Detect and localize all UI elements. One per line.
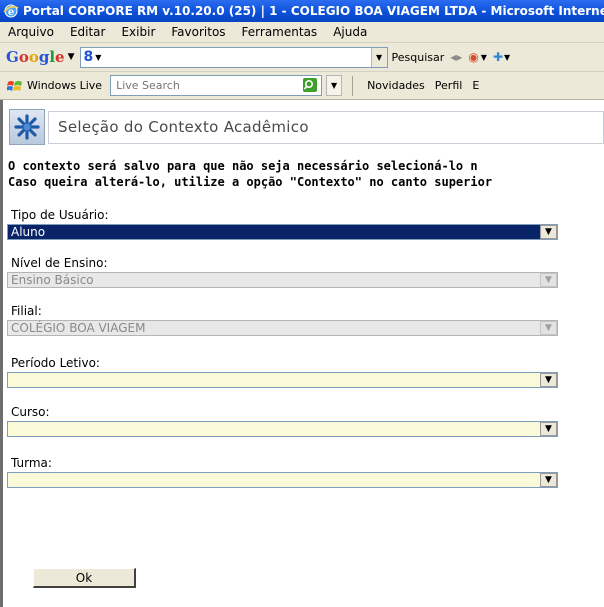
menu-bar: Arquivo Editar Exibir Favoritos Ferramen…: [0, 22, 604, 43]
live-link-novidades[interactable]: Novidades: [367, 79, 425, 92]
page-header: Seleção do Contexto Acadêmico: [9, 109, 604, 145]
intro-line-2: Caso queira alterá-lo, utilize a opção "…: [8, 175, 493, 189]
tipo-usuario-select[interactable]: Aluno ▼: [7, 224, 558, 240]
intro-line-1: O contexto será salvo para que não seja …: [8, 159, 478, 173]
filial-label: Filial:: [11, 304, 42, 318]
live-search-input[interactable]: [114, 77, 289, 94]
turma-label: Turma:: [11, 456, 52, 470]
page-content: Seleção do Contexto Acadêmico O contexto…: [0, 100, 604, 607]
window-titlebar: e Portal CORPORE RM v.10.20.0 (25) | 1 -…: [0, 0, 604, 22]
popup-blocker-icon[interactable]: ◉: [468, 50, 478, 64]
chevron-down-icon[interactable]: ▼: [540, 225, 557, 239]
tipo-usuario-value: Aluno: [8, 225, 540, 239]
google-search-prefix: 8: [83, 49, 94, 65]
window-title: Portal CORPORE RM v.10.20.0 (25) | 1 - C…: [23, 4, 604, 18]
internet-explorer-icon: e: [3, 3, 19, 19]
search-icon[interactable]: [303, 78, 318, 92]
menu-item-ajuda[interactable]: Ajuda: [325, 25, 375, 39]
arrow-icon[interactable]: ◂▸: [450, 50, 462, 64]
filial-value: COLÉGIO BOA VIAGEM: [11, 321, 146, 335]
nivel-ensino-select[interactable]: Ensino Básico ▼: [7, 272, 558, 288]
chevron-down-icon[interactable]: ▼: [326, 75, 343, 96]
toolbar-separator: [352, 75, 354, 96]
periodo-letivo-label: Período Letivo:: [11, 356, 100, 370]
curso-select[interactable]: ▼: [7, 421, 558, 437]
chevron-down-icon[interactable]: ▼: [540, 321, 557, 335]
google-logo[interactable]: Google: [6, 48, 65, 66]
turma-select[interactable]: ▼: [7, 472, 558, 488]
menu-item-ferramentas[interactable]: Ferramentas: [234, 25, 326, 39]
ok-button[interactable]: Ok: [33, 568, 136, 588]
windows-live-toolbar: Windows Live ▼ Novidades Perfil E: [0, 72, 604, 100]
filial-select[interactable]: COLÉGIO BOA VIAGEM ▼: [7, 320, 558, 336]
chevron-down-icon[interactable]: ▼: [540, 273, 557, 287]
windows-live-icon[interactable]: [7, 79, 23, 93]
google-search-dropdown-icon[interactable]: ▼: [370, 47, 387, 67]
google-toolbar: Google ▼ 8 ▼ ▼ Pesquisar ◂▸ ◉ ▼ ✚ ▼: [0, 43, 604, 72]
menu-item-arquivo[interactable]: Arquivo: [0, 25, 62, 39]
menu-item-favoritos[interactable]: Favoritos: [163, 25, 233, 39]
plus-icon[interactable]: ✚: [493, 50, 503, 64]
chevron-down-icon[interactable]: ▼: [540, 373, 557, 387]
chevron-down-icon[interactable]: ▼: [540, 422, 557, 436]
intro-text: O contexto será salvo para que não seja …: [8, 158, 604, 190]
periodo-letivo-select[interactable]: ▼: [7, 372, 558, 388]
google-logo-dropdown-icon[interactable]: ▼: [68, 52, 75, 62]
curso-label: Curso:: [11, 405, 50, 419]
asterisk-icon: [9, 109, 45, 145]
chevron-down-icon[interactable]: ▼: [540, 473, 557, 487]
nivel-ensino-label: Nível de Ensino:: [11, 256, 108, 270]
tipo-usuario-label: Tipo de Usuário:: [11, 208, 109, 222]
live-link-e[interactable]: E: [472, 79, 479, 92]
menu-item-exibir[interactable]: Exibir: [113, 25, 163, 39]
windows-live-label[interactable]: Windows Live: [27, 79, 102, 92]
google-search-box[interactable]: 8 ▼ ▼: [79, 46, 388, 68]
chevron-down-icon[interactable]: ▼: [481, 53, 487, 62]
menu-item-editar[interactable]: Editar: [62, 25, 114, 39]
page-title: Seleção do Contexto Acadêmico: [48, 110, 604, 144]
chevron-down-icon[interactable]: ▼: [95, 53, 101, 62]
live-search-box[interactable]: [110, 75, 323, 96]
chevron-down-icon[interactable]: ▼: [504, 53, 510, 62]
nivel-ensino-value: Ensino Básico: [11, 273, 94, 287]
live-link-perfil[interactable]: Perfil: [435, 79, 463, 92]
google-search-button[interactable]: Pesquisar: [392, 51, 445, 64]
